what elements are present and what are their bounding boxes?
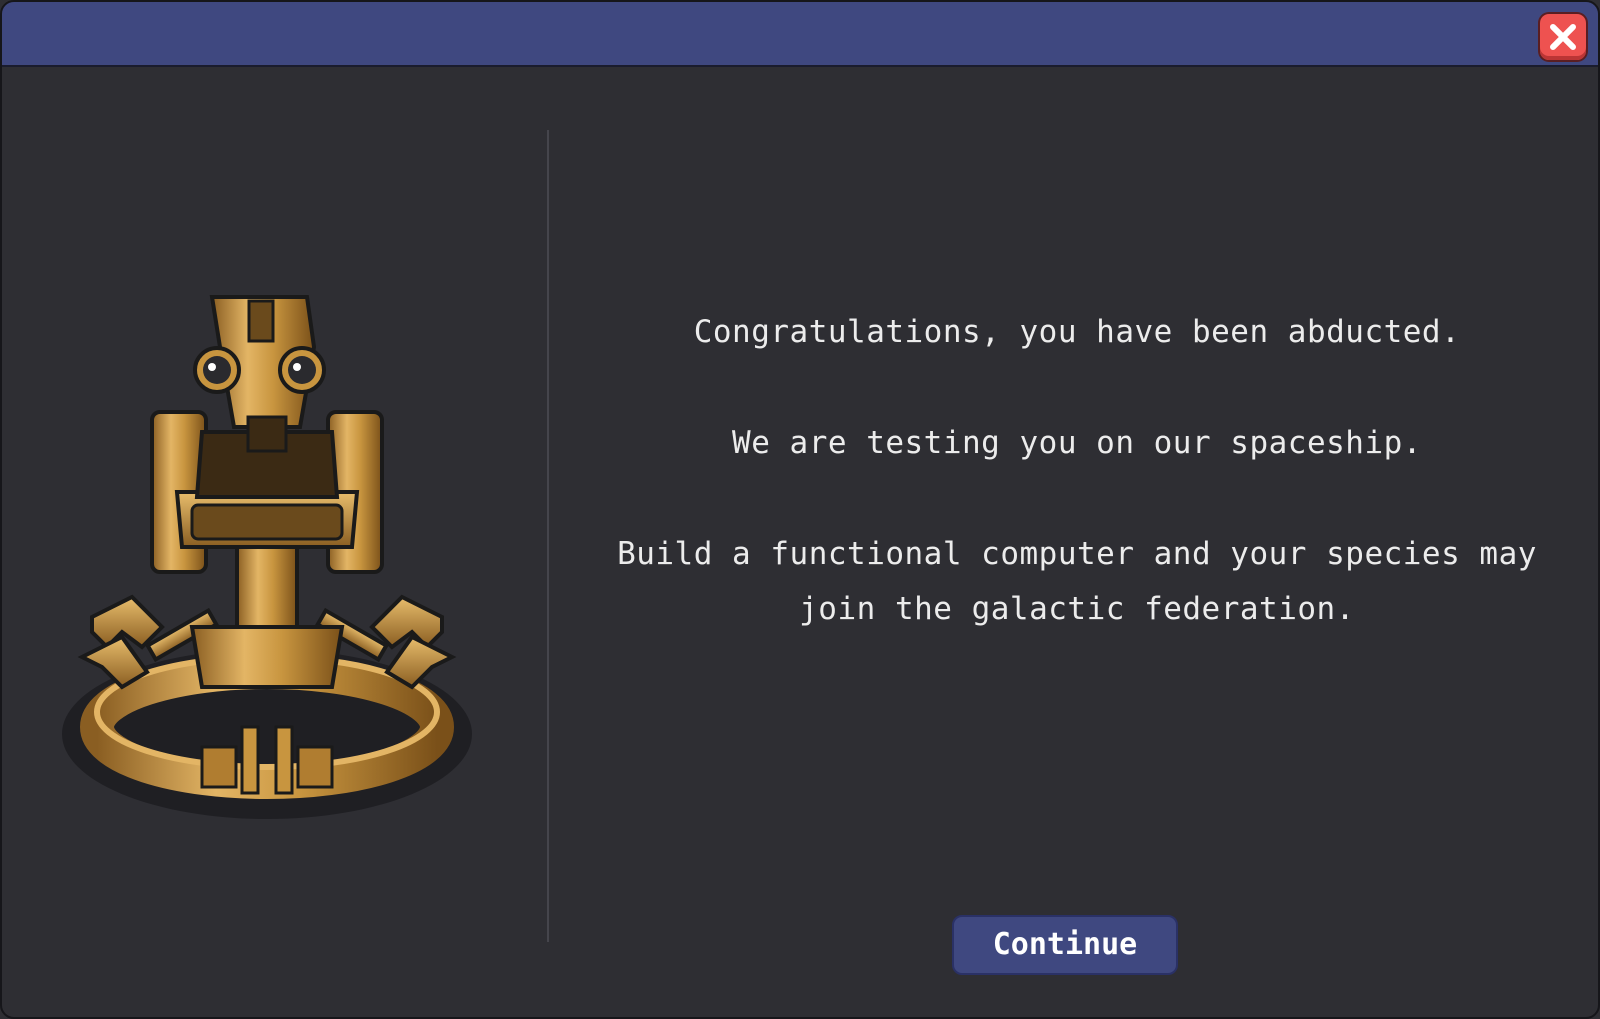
message-line-1: Congratulations, you have been abducted.	[693, 314, 1461, 350]
message-line-2: We are testing you on our spaceship.	[732, 425, 1422, 461]
message-line-3a: Build a functional computer and your spe…	[617, 536, 1537, 572]
title-bar	[2, 2, 1598, 67]
message-line-3: Build a functional computer and your spe…	[567, 527, 1587, 637]
panel-divider	[547, 130, 549, 942]
close-button[interactable]	[1540, 14, 1586, 60]
dialog-window: Congratulations, you have been abducted.…	[0, 0, 1600, 1019]
continue-button[interactable]: Continue	[952, 915, 1178, 975]
robot-illustration	[52, 287, 482, 837]
dialog-message: Congratulations, you have been abducted.…	[567, 305, 1587, 693]
close-icon	[1550, 24, 1576, 50]
robot-icon	[62, 295, 472, 819]
message-line-3b: join the galactic federation.	[799, 591, 1355, 627]
